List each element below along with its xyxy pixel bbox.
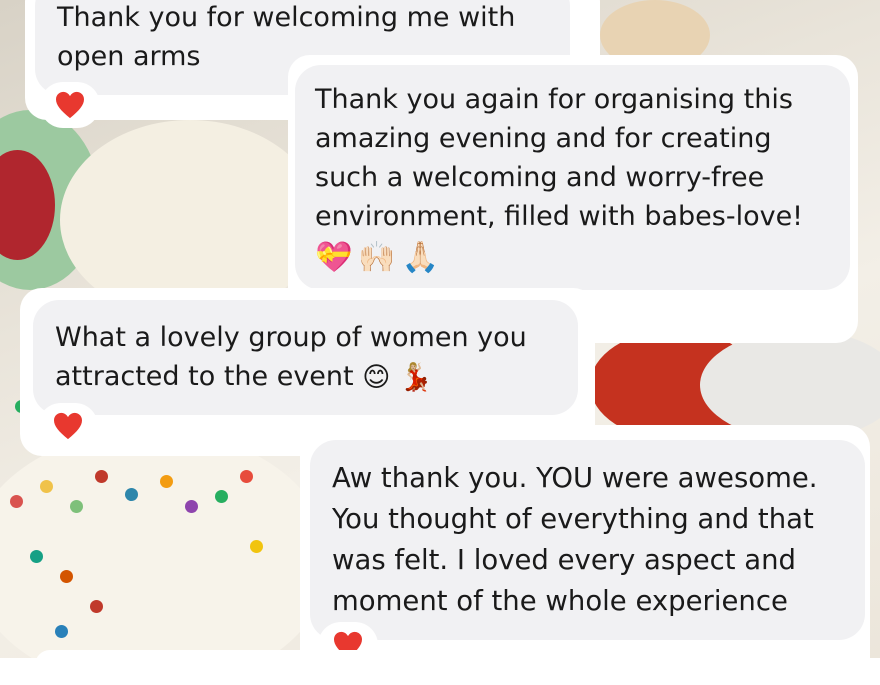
praying-hands-emoji: 🙏🏻 <box>401 240 440 275</box>
message-line: You thought of everything and that <box>332 503 814 535</box>
sprinkle <box>125 488 138 501</box>
message-bubble-2[interactable]: Thank you again for organising this amaz… <box>295 65 850 290</box>
message-line: such a welcoming and worry-free <box>315 162 765 193</box>
message-line: amazing evening and for creating <box>315 123 772 154</box>
sprinkle <box>250 540 263 553</box>
sprinkle <box>160 475 173 488</box>
heart-icon <box>54 412 82 440</box>
raised-hands-emoji: 🙌🏻 <box>358 240 396 275</box>
message-line: environment, filled with babes-love! <box>315 201 804 232</box>
message-line: was felt. I loved every aspect and <box>332 544 796 576</box>
message-line: Thank you for welcoming me with <box>57 2 516 33</box>
message-text: attracted to the event <box>55 361 354 392</box>
message-line: What a lovely group of women you <box>55 322 527 353</box>
sprinkle <box>10 495 23 508</box>
message-line: Thank you again for organising this <box>315 84 793 115</box>
sprinkle <box>95 470 108 483</box>
sprinkle <box>40 480 53 493</box>
sprinkle <box>185 500 198 513</box>
emoji-row: 💝 🙌🏻 🙏🏻 <box>315 240 830 276</box>
smiling-face-emoji: 😊 <box>362 362 391 393</box>
message-bubble-3[interactable]: What a lovely group of women you attract… <box>33 300 578 415</box>
sprinkle <box>215 490 228 503</box>
message-line: attracted to the event 😊 💃🏼 <box>55 357 558 397</box>
heart-icon <box>56 91 84 119</box>
sprinkle <box>70 500 83 513</box>
heart-ribbon-emoji: 💝 <box>315 240 353 275</box>
reaction-badge[interactable] <box>38 403 98 449</box>
message-card-next <box>35 650 555 680</box>
message-bubble-4[interactable]: Aw thank you. YOU were awesome. You thou… <box>310 440 865 640</box>
reaction-badge[interactable] <box>40 82 100 128</box>
sprinkle <box>55 625 68 638</box>
message-line: moment of the whole experience <box>332 585 788 617</box>
sprinkle <box>240 470 253 483</box>
sprinkle <box>60 570 73 583</box>
dancer-emoji: 💃🏼 <box>398 362 433 393</box>
message-line: Aw thank you. YOU were awesome. <box>332 462 818 494</box>
sprinkle <box>90 600 103 613</box>
sprinkle <box>30 550 43 563</box>
cream-swirl-2 <box>0 430 330 658</box>
